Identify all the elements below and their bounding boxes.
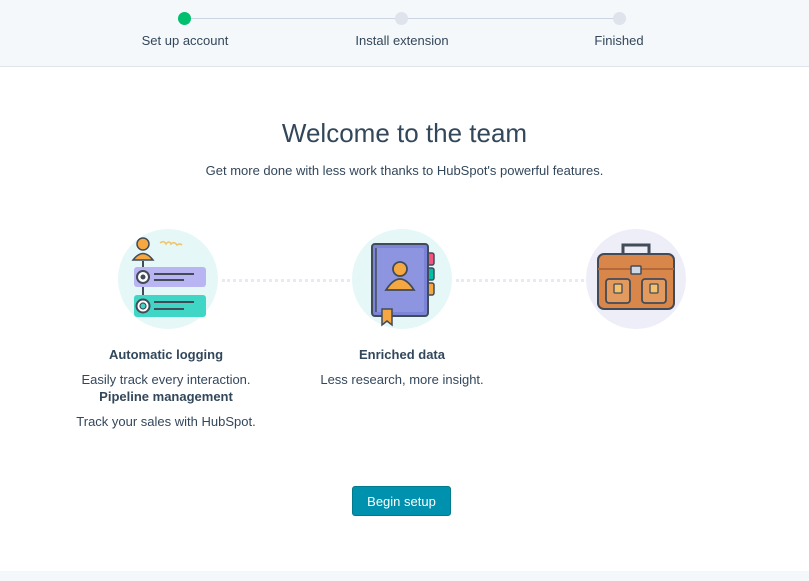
step-label-set-up-account: Set up account — [141, 33, 229, 48]
feature-title-pipeline-management: Pipeline management — [99, 389, 233, 404]
briefcase-icon — [586, 229, 686, 329]
feature-description-enriched-data: Less research, more insight. — [320, 372, 484, 387]
dotted-connector — [222, 279, 350, 282]
page-title: Welcome to the team — [281, 118, 528, 148]
dotted-connector — [456, 279, 584, 282]
feature-description-automatic-logging: Easily track every interaction. — [81, 372, 251, 387]
step-dot-pending — [395, 12, 408, 25]
contact-book-icon — [352, 229, 452, 329]
setup-progress-stepper: Set up account Install extension Finishe… — [0, 0, 809, 67]
step-dot-complete — [178, 12, 191, 25]
feature-title-enriched-data: Enriched data — [359, 347, 445, 362]
step-dot-pending — [613, 12, 626, 25]
footer-bar — [0, 571, 809, 581]
step-label-finished: Finished — [594, 33, 644, 48]
feature-title-automatic-logging: Automatic logging — [108, 347, 224, 362]
page-subtitle: Get more done with less work thanks to H… — [205, 163, 604, 178]
timeline-icon — [118, 229, 218, 329]
progress-track — [185, 18, 401, 19]
progress-track — [401, 18, 619, 19]
begin-setup-button[interactable]: Begin setup — [352, 486, 451, 516]
step-label-install-extension: Install extension — [355, 33, 449, 48]
feature-description-pipeline-management: Track your sales with HubSpot. — [76, 414, 256, 429]
